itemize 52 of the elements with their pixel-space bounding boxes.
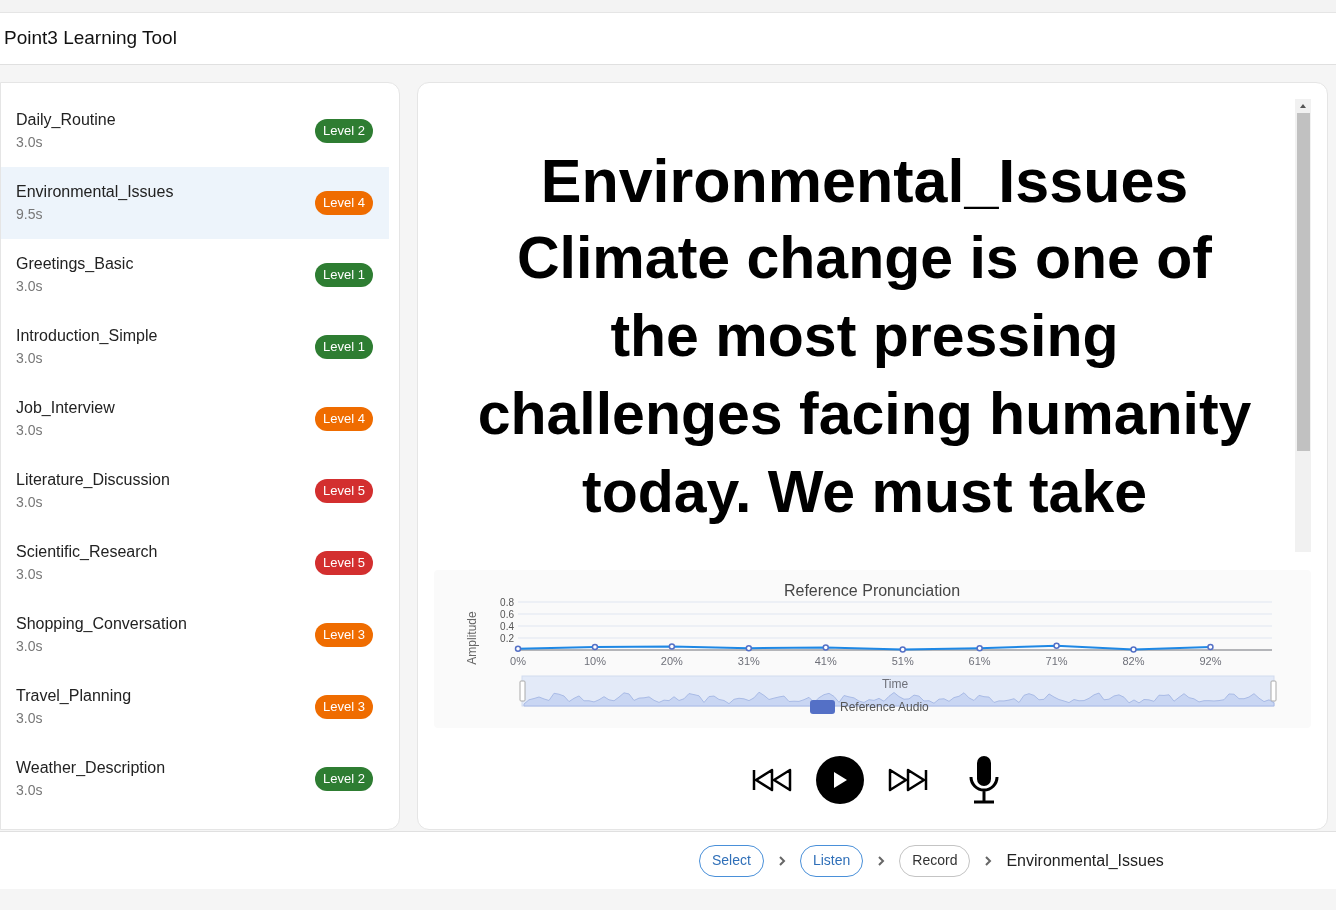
app-title: Point3 Learning Tool — [4, 26, 177, 51]
lesson-name: Weather_Description — [16, 758, 166, 778]
lesson-name: Shopping_Conversation — [16, 614, 187, 634]
current-lesson: Environmental_Issues — [1006, 850, 1164, 871]
y-axis-label: Amplitude — [465, 611, 479, 665]
lesson-duration: 3.0s — [16, 709, 44, 728]
lesson-name: Environmental_Issues — [16, 182, 174, 202]
lesson-duration: 3.0s — [16, 781, 44, 800]
level-badge: Level 2 — [315, 119, 373, 143]
lesson-name: Daily_Routine — [16, 110, 116, 130]
level-badge: Level 1 — [315, 335, 373, 359]
lesson-name: Greetings_Basic — [16, 254, 134, 274]
y-tick-label: 0.6 — [500, 608, 514, 620]
y-tick-label: 0.8 — [500, 596, 514, 608]
y-tick-label: 0.4 — [500, 620, 514, 632]
x-tick-label: 71% — [1045, 655, 1068, 667]
level-badge: Level 3 — [315, 695, 373, 719]
lesson-duration: 3.0s — [16, 493, 44, 512]
lesson-name: Job_Interview — [16, 398, 115, 418]
lesson-duration: 3.0s — [16, 565, 44, 584]
lesson-duration: 3.0s — [16, 277, 44, 296]
level-badge: Level 4 — [315, 407, 373, 431]
level-badge: Level 5 — [315, 551, 373, 575]
lesson-duration: 9.5s — [16, 205, 44, 224]
x-tick-label: 41% — [814, 655, 837, 667]
lesson-duration: 3.0s — [16, 637, 44, 656]
y-tick-label: 0.2 — [500, 632, 514, 644]
x-tick-label: 10% — [583, 655, 606, 667]
lesson-duration: 3.0s — [16, 133, 44, 152]
lesson-name: Literature_Discussion — [16, 470, 170, 490]
x-tick-label: 92% — [1199, 655, 1222, 667]
lesson-name: Scientific_Research — [16, 542, 158, 562]
lesson-text: Climate change is one of the most pressing challenges facing humanity today. We must take — [476, 224, 1253, 527]
x-tick-label: 20% — [660, 655, 683, 667]
legend-label: Reference Audio — [840, 700, 929, 714]
x-tick-label: 0% — [510, 655, 526, 667]
x-tick-label: 61% — [968, 655, 991, 667]
lesson-name: Travel_Planning — [16, 686, 132, 706]
x-tick-label: 31% — [737, 655, 760, 667]
x-tick-label: 82% — [1122, 655, 1145, 667]
lesson-title: Environmental_Issues — [540, 147, 1189, 215]
lesson-duration: 3.0s — [16, 421, 44, 440]
x-tick-label: 51% — [891, 655, 914, 667]
lesson-duration: 3.0s — [16, 349, 44, 368]
level-badge: Level 1 — [315, 263, 373, 287]
x-axis-label: Time — [881, 677, 909, 691]
lesson-name: Introduction_Simple — [16, 326, 158, 346]
level-badge: Level 2 — [315, 767, 373, 791]
chart-title: Reference Pronunciation — [783, 582, 961, 599]
level-badge: Level 4 — [315, 191, 373, 215]
level-badge: Level 3 — [315, 623, 373, 647]
level-badge: Level 5 — [315, 479, 373, 503]
